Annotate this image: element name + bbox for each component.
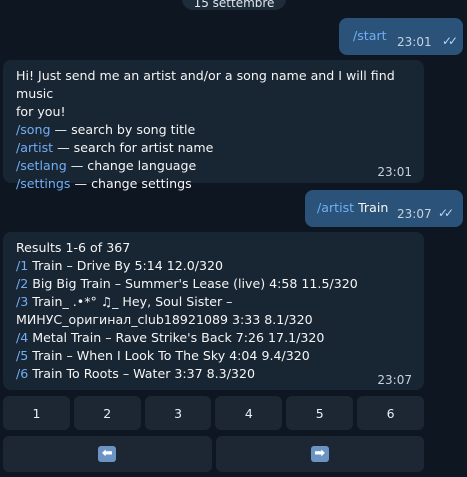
date-separator: 15 settembre: [182, 0, 286, 10]
command-description: — search by song title: [50, 122, 196, 137]
result-item: /1 Train – Drive By 5:14 12.0/320: [16, 257, 416, 275]
outgoing-message-artist[interactable]: /artist Train 23:07 ✓✓: [305, 190, 463, 227]
command-help-row: /artist — search for artist name: [16, 139, 416, 157]
result-text: Train – Drive By 5:14 12.0/320: [28, 258, 224, 273]
result-item: /4 Metal Train – Rave Strike's Back 7:26…: [16, 329, 416, 347]
keyboard-button-4[interactable]: 4: [215, 396, 283, 430]
command-link-start[interactable]: /start: [353, 27, 387, 45]
command-link-artist[interactable]: /artist: [16, 140, 53, 155]
message-time: 23:07: [397, 207, 432, 221]
result-text: Train To Roots – Water 3:37 8.3/320: [28, 366, 255, 381]
command-link-setlang[interactable]: /setlang: [16, 158, 67, 173]
message-time: 23:01: [397, 35, 432, 49]
inline-keyboard-navigation: ⬅ ➡: [3, 436, 424, 472]
read-receipt-icon: ✓✓: [442, 34, 458, 48]
result-link-3[interactable]: /3: [16, 294, 28, 309]
next-page-button[interactable]: ➡: [215, 436, 424, 472]
keyboard-button-3[interactable]: 3: [144, 396, 212, 430]
command-help-row: /setlang — change language: [16, 157, 416, 175]
command-description: — change language: [66, 158, 197, 173]
command-link-settings[interactable]: /settings: [16, 176, 70, 191]
results-header: Results 1-6 of 367: [16, 240, 131, 255]
keyboard-button-6[interactable]: 6: [357, 396, 424, 430]
incoming-message-welcome[interactable]: Hi! Just send me an artist and/or a song…: [3, 60, 424, 191]
result-link-6[interactable]: /6: [16, 366, 28, 381]
result-text: Train_ .•*° ♫_ Hey, Soul Sister –: [28, 294, 233, 309]
result-item: /3 Train_ .•*° ♫_ Hey, Soul Sister –: [16, 293, 416, 311]
command-link-artist[interactable]: /artist: [317, 200, 354, 215]
welcome-text-line: for you!: [16, 104, 66, 119]
result-text: Metal Train – Rave Strike's Back 7:26 17…: [28, 330, 325, 345]
read-receipt-icon: ✓✓: [438, 206, 454, 220]
result-item: /2 Big Big Train – Summer's Lease (live)…: [16, 275, 416, 293]
command-help-row: /song — search by song title: [16, 121, 416, 139]
result-link-4[interactable]: /4: [16, 330, 28, 345]
result-link-1[interactable]: /1: [16, 258, 28, 273]
result-item: /5 Train – When I Look To The Sky 4:04 9…: [16, 347, 416, 365]
right-arrow-icon: ➡: [310, 446, 329, 462]
result-text: Train – When I Look To The Sky 4:04 9.4/…: [28, 348, 310, 363]
keyboard-button-5[interactable]: 5: [286, 396, 354, 430]
message-time: 23:07: [377, 373, 412, 387]
outgoing-message-start[interactable]: /start 23:01 ✓✓: [339, 18, 463, 55]
incoming-message-results[interactable]: Results 1-6 of 367 /1 Train – Drive By 5…: [3, 232, 424, 390]
previous-page-button[interactable]: ⬅: [3, 436, 212, 472]
result-text-continued: МИНУС_оригинал_club18921089 3:33 8.1/320: [16, 312, 313, 327]
message-time: 23:01: [377, 165, 412, 179]
command-description: — change settings: [70, 176, 192, 191]
welcome-text-line: Hi! Just send me an artist and/or a song…: [16, 68, 395, 101]
command-description: — search for artist name: [53, 140, 214, 155]
result-item: /6 Train To Roots – Water 3:37 8.3/320: [16, 365, 416, 383]
result-link-5[interactable]: /5: [16, 348, 28, 363]
inline-keyboard-numbers: 1 2 3 4 5 6: [3, 396, 424, 430]
command-link-song[interactable]: /song: [16, 122, 51, 137]
keyboard-button-2[interactable]: 2: [73, 396, 141, 430]
message-text: Train: [354, 200, 389, 215]
left-arrow-icon: ⬅: [98, 446, 117, 462]
keyboard-button-1[interactable]: 1: [3, 396, 70, 430]
result-link-2[interactable]: /2: [16, 276, 28, 291]
result-text: Big Big Train – Summer's Lease (live) 4:…: [28, 276, 358, 291]
